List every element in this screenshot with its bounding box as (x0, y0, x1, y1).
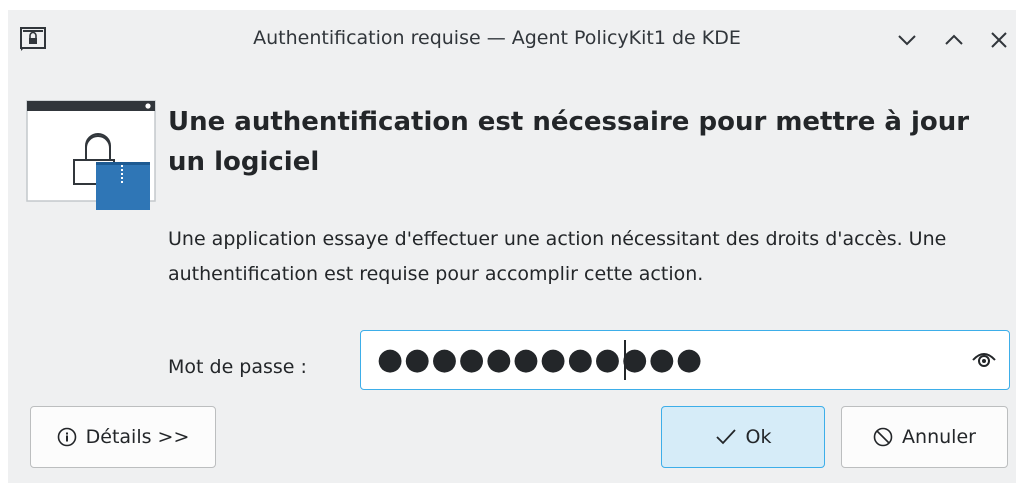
cancel-button[interactable]: Annuler (841, 406, 1008, 468)
maximize-button[interactable] (941, 27, 967, 53)
minimize-button[interactable] (894, 27, 920, 53)
chevron-down-icon (898, 35, 916, 46)
chevron-up-icon (945, 34, 963, 45)
auth-heading: Une authentification est nécessaire pour… (168, 107, 970, 177)
close-icon (991, 32, 1007, 48)
text-caret (624, 340, 626, 380)
cancel-icon (873, 427, 893, 447)
details-button-label: Détails >> (85, 426, 190, 448)
password-value: ●●●●●●●●●●●● (377, 342, 704, 377)
window-title: Authentification requise — Agent PolicyK… (253, 27, 741, 49)
lock-window-icon (26, 100, 160, 212)
password-field[interactable]: ●●●●●●●●●●●● (360, 330, 1010, 390)
info-icon (57, 427, 77, 447)
close-button[interactable] (986, 27, 1012, 53)
window-menu-icon[interactable] (19, 26, 47, 52)
eye-icon[interactable] (972, 350, 996, 370)
ok-button-label: Ok (745, 426, 772, 448)
password-label: Mot de passe : (168, 356, 307, 378)
title-bar[interactable]: Authentification requise — Agent PolicyK… (8, 10, 1016, 70)
ok-button[interactable]: Ok (661, 406, 825, 468)
auth-description: Une application essaye d'effectuer une a… (168, 228, 947, 285)
details-button[interactable]: Détails >> (30, 406, 216, 468)
auth-dialog: Authentification requise — Agent PolicyK… (8, 10, 1016, 483)
checkmark-icon (715, 428, 737, 446)
cancel-button-label: Annuler (902, 426, 976, 448)
